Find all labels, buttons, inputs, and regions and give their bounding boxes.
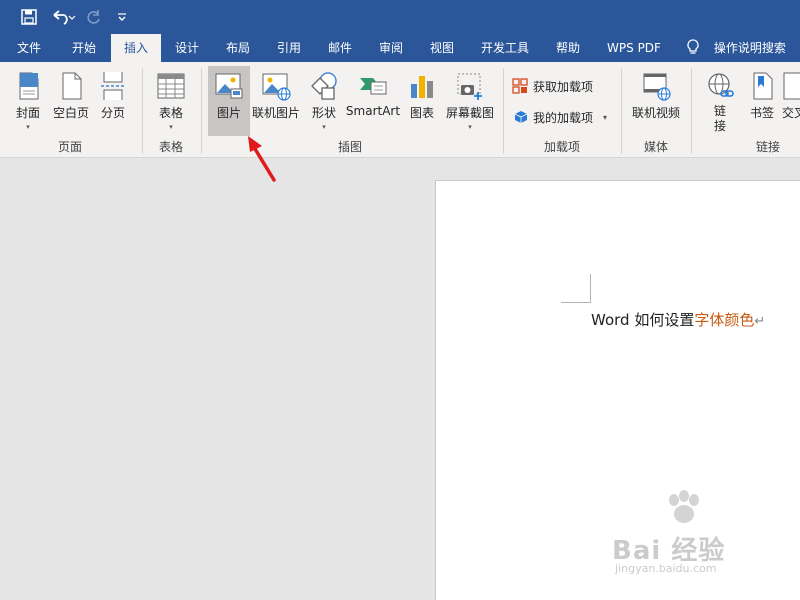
group-separator (201, 68, 202, 154)
chevron-down-icon: ▾ (26, 123, 30, 131)
tab-view[interactable]: 视图 (418, 34, 466, 62)
online-picture-icon (262, 73, 291, 101)
chart-button[interactable]: 图表 (404, 66, 440, 136)
bookmark-button[interactable]: 书签 (744, 66, 780, 136)
tab-file[interactable]: 文件 (4, 34, 54, 62)
link-icon (708, 73, 734, 97)
cover-page-button[interactable]: 封面 ▾ (10, 66, 46, 136)
tab-layout[interactable]: 布局 (214, 34, 262, 62)
tab-references[interactable]: 引用 (265, 34, 313, 62)
chart-icon (411, 76, 433, 98)
blank-page-label: 空白页 (52, 106, 89, 120)
screenshot-button[interactable]: 屏幕截图 ▾ (443, 66, 497, 136)
group-label-tables: 表格 (158, 140, 183, 154)
group-label-addins: 加载项 (543, 140, 580, 154)
tab-home[interactable]: 开始 (58, 34, 110, 62)
chevron-down-icon: ▾ (322, 123, 326, 131)
cross-reference-icon (783, 72, 800, 100)
undo-button[interactable] (48, 5, 78, 29)
group-label-media: 媒体 (643, 140, 668, 154)
save-button[interactable] (18, 5, 40, 29)
redo-icon (87, 10, 100, 24)
link-button[interactable]: 链接 (700, 66, 740, 136)
picture-label: 图片 (216, 106, 241, 120)
online-picture-label: 联机图片 (251, 106, 300, 120)
table-icon (157, 73, 185, 99)
title-bar (0, 0, 800, 34)
group-label-pages: 页面 (57, 140, 82, 154)
save-icon (21, 9, 37, 25)
get-addins-button[interactable]: 获取加载项 (512, 75, 593, 97)
store-icon (512, 78, 528, 94)
redo-button[interactable] (84, 5, 104, 29)
chevron-down-icon: ▾ (169, 123, 173, 131)
addin-cube-icon (514, 111, 528, 123)
shapes-label: 形状 (311, 106, 336, 120)
my-addins-button[interactable]: 我的加载项 ▾ (514, 106, 607, 128)
undo-icon (53, 10, 76, 25)
cover-page-icon (19, 72, 39, 100)
online-video-button[interactable]: 联机视频 (628, 66, 684, 136)
blank-page-button[interactable]: 空白页 (50, 66, 92, 136)
smartart-label: SmartArt (345, 104, 401, 118)
document-paragraph[interactable]: Word 如何设置字体颜色↵ (591, 309, 765, 330)
tab-insert[interactable]: 插入 (111, 34, 161, 62)
group-separator (621, 68, 622, 154)
group-separator (142, 68, 143, 154)
page-break-button[interactable]: 分页 (94, 66, 132, 136)
lightbulb-icon (687, 39, 699, 54)
chevron-down-icon: ▾ (603, 112, 608, 122)
baidu-watermark: Bai 经验 jingyan.baidu.com (612, 490, 725, 575)
cross-reference-button[interactable]: 交叉 (782, 66, 800, 136)
get-addins-label: 获取加载项 (533, 79, 594, 94)
watermark-sub: jingyan.baidu.com (615, 562, 717, 575)
tell-me-search[interactable]: 操作说明搜索 (686, 34, 800, 62)
picture-icon (215, 73, 243, 99)
group-label-illustrations: 插图 (337, 140, 362, 154)
ribbon: 封面 ▾ 空白页 分页 页面 表格 ▾ 表格 图片 联机图片 形状 ▾ Smar… (0, 62, 800, 158)
tell-me-label: 操作说明搜索 (713, 41, 786, 55)
group-separator (691, 68, 692, 154)
shapes-icon (311, 72, 337, 100)
cross-reference-label: 交叉 (782, 106, 800, 120)
document-text-highlight: 字体颜色 (694, 311, 755, 329)
my-addins-label: 我的加载项 (533, 110, 594, 125)
online-picture-button[interactable]: 联机图片 (251, 66, 301, 136)
chevron-down-icon: ▾ (468, 123, 472, 131)
customize-qat-button[interactable] (114, 5, 130, 29)
paragraph-mark: ↵ (754, 314, 766, 329)
bookmark-icon (753, 72, 773, 100)
paw-icon (669, 490, 699, 523)
online-video-icon (643, 73, 671, 101)
tab-developer[interactable]: 开发工具 (470, 34, 540, 62)
link-label: 链接 (713, 104, 726, 133)
tab-help[interactable]: 帮助 (544, 34, 592, 62)
group-separator (503, 68, 504, 154)
blank-page-icon (62, 72, 82, 100)
annotation-arrow-icon (248, 136, 276, 182)
margin-corner-mark (561, 274, 591, 303)
table-label: 表格 (158, 106, 183, 120)
screenshot-icon (457, 73, 482, 100)
group-label-links: 链接 (755, 140, 780, 154)
smartart-button[interactable]: SmartArt (345, 66, 401, 136)
cover-page-label: 封面 (15, 106, 40, 120)
screenshot-label: 屏幕截图 (445, 106, 494, 120)
tab-design[interactable]: 设计 (163, 34, 211, 62)
ribbon-tab-bar: 文件 开始 插入 设计 布局 引用 邮件 审阅 视图 开发工具 帮助 WPS P… (0, 34, 800, 62)
tab-wps-pdf[interactable]: WPS PDF (598, 34, 670, 62)
online-video-label: 联机视频 (631, 106, 680, 120)
chevron-down-icon (118, 13, 126, 21)
table-button[interactable]: 表格 ▾ (150, 66, 192, 136)
document-text: Word 如何设置 (591, 311, 695, 329)
bookmark-label: 书签 (749, 106, 774, 120)
tab-mailings[interactable]: 邮件 (316, 34, 364, 62)
page-break-label: 分页 (100, 106, 125, 120)
shapes-button[interactable]: 形状 ▾ (304, 66, 344, 136)
picture-button[interactable]: 图片 (208, 66, 250, 136)
chart-label: 图表 (409, 106, 434, 120)
page-break-icon (101, 72, 125, 100)
tab-review[interactable]: 审阅 (367, 34, 415, 62)
smartart-icon (360, 78, 387, 95)
